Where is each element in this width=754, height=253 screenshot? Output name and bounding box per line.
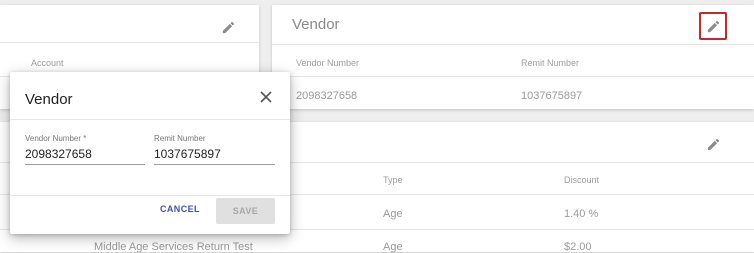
- dialog-divider: [10, 195, 290, 196]
- vendor-dialog: Vendor Vendor Number * Remit Number CANC…: [10, 72, 290, 234]
- column-header-discount: Discount: [564, 175, 600, 185]
- dialog-divider: [10, 119, 290, 120]
- close-icon: [260, 91, 272, 103]
- remit-number-field: Remit Number: [154, 134, 275, 165]
- type-cell: Age: [383, 241, 403, 253]
- column-header-account: Account: [31, 58, 64, 68]
- discount-cell: 1.40 %: [564, 208, 599, 220]
- vendor-card: Vendor Vendor Number Remit Number 209832…: [272, 5, 754, 109]
- vendor-number-cell: 2098327658: [296, 90, 358, 102]
- vendor-card-title: Vendor: [292, 16, 340, 33]
- dialog-close-button[interactable]: [259, 90, 275, 106]
- column-header-remit-number: Remit Number: [521, 58, 580, 68]
- vendor-edit-button[interactable]: [699, 12, 727, 40]
- remit-number-label: Remit Number: [154, 134, 206, 143]
- divider: [272, 76, 754, 77]
- remit-number-cell: 1037675897: [521, 90, 583, 102]
- remit-number-input[interactable]: [154, 145, 275, 165]
- left-card-edit-button[interactable]: [214, 13, 242, 41]
- type-cell: Age: [383, 208, 403, 220]
- discount-card-edit-button[interactable]: [699, 130, 727, 158]
- pencil-icon: [707, 20, 719, 32]
- dialog-title: Vendor: [25, 91, 73, 108]
- name-cell: Middle Age Services Return Test: [94, 241, 253, 253]
- pencil-icon: [222, 21, 234, 33]
- vendor-number-input[interactable]: [25, 145, 145, 165]
- pencil-icon: [707, 138, 719, 150]
- save-button[interactable]: SAVE: [216, 198, 275, 224]
- vendor-number-field: Vendor Number *: [25, 134, 145, 165]
- divider: [0, 42, 259, 43]
- cancel-button[interactable]: CANCEL: [160, 204, 200, 214]
- column-header-vendor-number: Vendor Number: [296, 58, 360, 68]
- vendor-number-label: Vendor Number *: [25, 134, 87, 143]
- discount-cell: $2.00: [564, 241, 592, 253]
- column-header-type: Type: [383, 175, 403, 185]
- divider: [272, 44, 754, 45]
